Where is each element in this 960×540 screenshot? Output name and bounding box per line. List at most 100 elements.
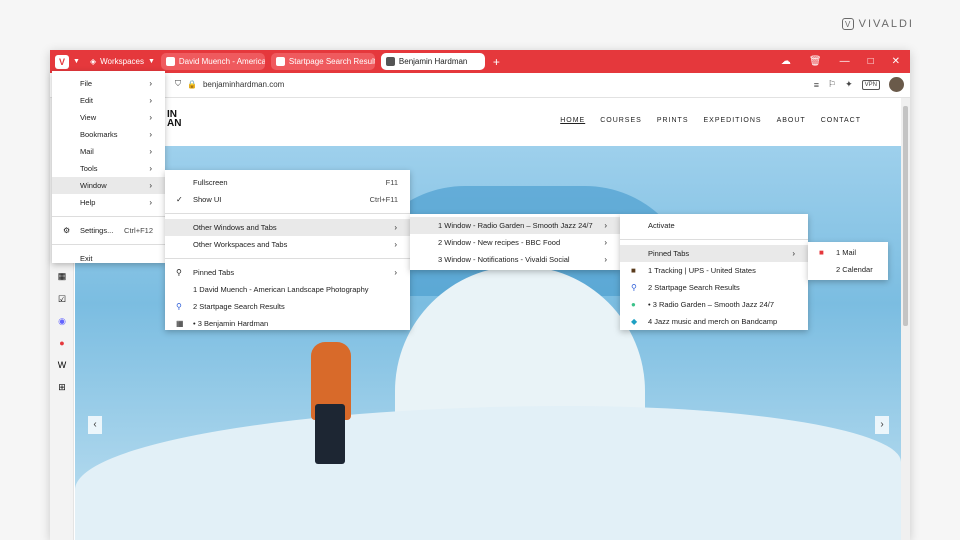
menu-item-window[interactable]: Window › — [52, 177, 165, 194]
scrollbar[interactable] — [901, 98, 910, 540]
menu-item-pinned-tabs[interactable]: ⚲ Pinned Tabs › — [165, 264, 410, 281]
sync-cloud-icon[interactable]: ☁ — [781, 56, 791, 67]
tasks-icon[interactable]: ☑ — [56, 293, 68, 305]
menu-label: Settings... — [80, 226, 114, 235]
menu-item-help[interactable]: Help › — [52, 194, 165, 211]
snow-floor — [75, 406, 901, 540]
menu-label: Show UI — [193, 195, 222, 204]
menu-item-show-ui[interactable]: ✓ Show UI Ctrl+F11 — [165, 191, 410, 208]
tab-1[interactable]: David Muench - American — [160, 53, 265, 70]
climber-legs — [315, 404, 345, 464]
shield-icon[interactable]: ⛉ — [175, 79, 181, 89]
menu-item-view[interactable]: View › — [52, 109, 165, 126]
minimize-button[interactable]: — — [840, 56, 850, 67]
other-windows-submenu: 1 Window - Radio Garden – Smooth Jazz 24… — [410, 214, 620, 270]
search-icon — [275, 57, 285, 66]
main-menu: File › Edit › View › Bookmarks › Mail › Tools… — [52, 71, 165, 263]
menu-item-pinned-tabs[interactable]: Pinned Tabs › — [620, 245, 808, 262]
menu-item-w1-tab-3[interactable]: ● • 3 Radio Garden – Smooth Jazz 24/7 — [620, 296, 808, 313]
menu-item-other-workspaces[interactable]: Other Workspaces and Tabs › — [165, 236, 410, 253]
menu-item-w1-tab-4[interactable]: ◆ 4 Jazz music and merch on Bandcamp — [620, 313, 808, 330]
menu-label: Edit — [80, 96, 93, 105]
nav-contact[interactable]: CONTACT — [821, 117, 861, 124]
menu-label: 1 Mail — [836, 248, 857, 257]
calendar-icon[interactable]: ▦ — [56, 270, 68, 282]
menu-item-pinned-mail[interactable]: ■ 1 Mail — [808, 244, 888, 261]
add-panel-icon[interactable]: ⊞ — [56, 381, 68, 393]
menu-item-file[interactable]: File › — [52, 75, 165, 92]
menu-item-other-windows[interactable]: Other Windows and Tabs › — [165, 219, 410, 236]
menu-item-tab-3[interactable]: ▦ • 3 Benjamin Hardman — [165, 315, 410, 332]
trash-icon[interactable]: 🗑 — [809, 56, 822, 67]
menu-item-w1-tab-2[interactable]: ⚲ 2 Startpage Search Results — [620, 279, 808, 296]
vpn-button[interactable]: VPN — [861, 79, 880, 90]
menu-item-window-2[interactable]: 2 Window - New recipes - BBC Food › — [410, 234, 620, 251]
chevron-down-icon[interactable]: ▼ — [73, 58, 80, 65]
menu-item-settings[interactable]: ⚙ Settings... Ctrl+F12 — [52, 222, 165, 239]
tab-2[interactable]: Startpage Search Results — [270, 53, 375, 70]
menu-label: 1 Window - Radio Garden – Smooth Jazz 24… — [438, 221, 593, 230]
nav-prints[interactable]: PRINTS — [657, 117, 689, 124]
scrollbar-thumb[interactable] — [903, 106, 908, 326]
tab-title: Startpage Search Results — [288, 57, 375, 66]
reader-icon[interactable]: ≡ — [814, 80, 819, 90]
nav-home[interactable]: HOME — [560, 117, 585, 124]
pinned-tabs-submenu: ■ 1 Mail 2 Calendar — [808, 242, 888, 280]
menu-item-edit[interactable]: Edit › — [52, 92, 165, 109]
wikipedia-icon[interactable]: W — [56, 359, 68, 371]
avatar[interactable] — [889, 77, 904, 92]
menu-item-exit[interactable]: Exit — [52, 250, 165, 267]
search-icon: ⚲ — [631, 283, 637, 292]
menu-label: Exit — [80, 254, 93, 263]
menu-item-tab-1[interactable]: 1 David Muench - American Landscape Phot… — [165, 281, 410, 298]
menu-label: Window — [80, 181, 107, 190]
bookmark-icon[interactable]: ⚐ — [828, 79, 836, 90]
nav-expeditions[interactable]: EXPEDITIONS — [703, 117, 761, 124]
vivaldi-menu-button[interactable]: V — [55, 54, 69, 69]
site-logo[interactable]: IN AN — [167, 110, 181, 129]
mastodon-icon[interactable]: ◉ — [56, 315, 68, 327]
maximize-button[interactable]: □ — [868, 56, 874, 67]
menu-item-tab-2[interactable]: ⚲ 2 Startpage Search Results — [165, 298, 410, 315]
menu-label: 2 Startpage Search Results — [648, 283, 740, 292]
menu-label: 1 Tracking | UPS - United States — [648, 266, 756, 275]
nav-courses[interactable]: COURSES — [600, 117, 642, 124]
favicon-icon — [385, 57, 395, 66]
menu-divider — [52, 216, 165, 217]
menu-item-window-3[interactable]: 3 Window - Notifications - Vivaldi Socia… — [410, 251, 620, 268]
menu-item-activate[interactable]: Activate — [620, 217, 808, 234]
favicon-icon — [165, 57, 175, 66]
tab-bar: V ▼ ◈ Workspaces ▼ David Muench - Americ… — [50, 50, 910, 73]
menu-label: Fullscreen — [193, 178, 228, 187]
address-bar: ⛉ 🔒 benjaminhardman.com ≡ ⚐ ✦ VPN — [50, 73, 910, 98]
menu-item-mail[interactable]: Mail › — [52, 143, 165, 160]
vivaldi-logo-icon: V — [841, 18, 854, 30]
carousel-next-button[interactable]: › — [875, 416, 889, 434]
extensions-icon[interactable]: ✦ — [845, 79, 853, 90]
menu-item-bookmarks[interactable]: Bookmarks › — [52, 126, 165, 143]
nav-about[interactable]: ABOUT — [777, 117, 806, 124]
carousel-prev-button[interactable]: ‹ — [88, 416, 102, 434]
vivaldi-panel-icon[interactable]: ● — [56, 337, 68, 349]
menu-item-window-1[interactable]: 1 Window - Radio Garden – Smooth Jazz 24… — [410, 217, 620, 234]
menu-divider — [52, 244, 165, 245]
menu-label: Other Workspaces and Tabs — [193, 240, 288, 249]
menu-item-w1-tab-1[interactable]: ■ 1 Tracking | UPS - United States — [620, 262, 808, 279]
site-header: IN AN HOME COURSES PRINTS EXPEDITIONS ABO… — [75, 98, 901, 146]
menu-label: • 3 Radio Garden – Smooth Jazz 24/7 — [648, 300, 775, 309]
menu-item-fullscreen[interactable]: Fullscreen F11 — [165, 174, 410, 191]
tab-3[interactable]: Benjamin Hardman — [380, 53, 485, 70]
menu-item-tools[interactable]: Tools › — [52, 160, 165, 177]
workspaces-button[interactable]: ◈ Workspaces ▼ — [90, 57, 155, 66]
workspaces-icon: ◈ — [89, 57, 97, 66]
menu-label: Pinned Tabs — [648, 249, 690, 258]
close-button[interactable]: ✕ — [892, 56, 900, 67]
menu-label: 4 Jazz music and merch on Bandcamp — [648, 317, 778, 326]
lock-icon: 🔒 — [187, 79, 197, 89]
bandcamp-icon: ◆ — [631, 317, 638, 326]
menu-divider — [620, 239, 808, 240]
menu-item-pinned-calendar[interactable]: 2 Calendar — [808, 261, 888, 278]
workspaces-label: Workspaces — [100, 57, 144, 66]
url-field[interactable]: benjaminhardman.com — [203, 80, 284, 89]
new-tab-button[interactable]: + — [493, 55, 500, 69]
